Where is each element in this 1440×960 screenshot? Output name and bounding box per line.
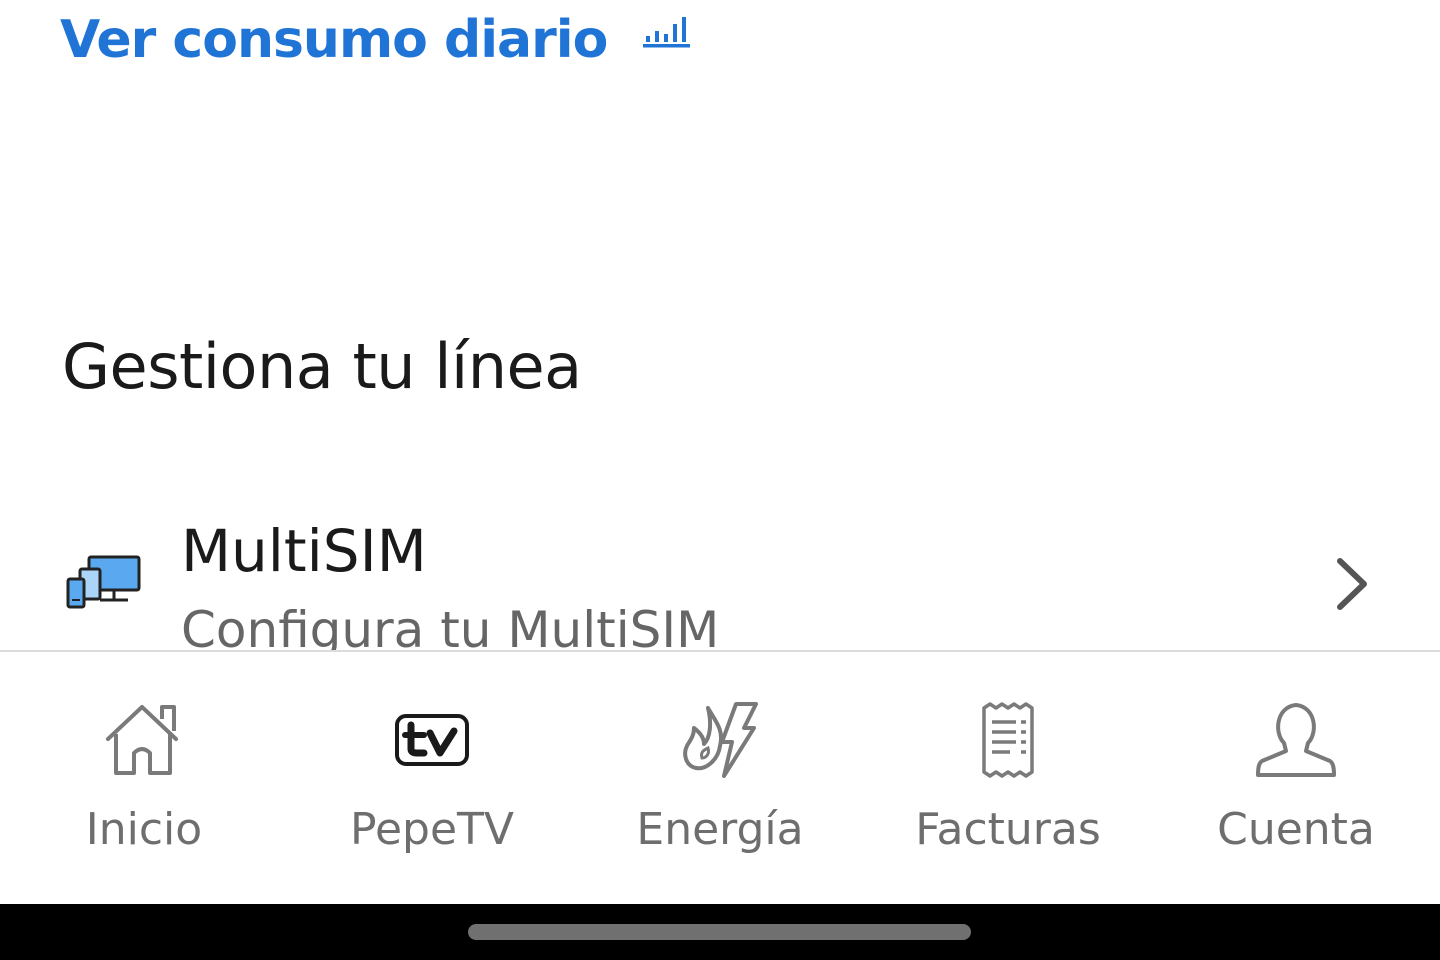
- multisim-row[interactable]: MultiSIM Configura tu MultiSIM: [0, 505, 1440, 650]
- nav-item-inicio[interactable]: Inicio: [0, 652, 288, 904]
- multi-device-icon: [66, 555, 144, 618]
- nav-label-cuenta: Cuenta: [1217, 804, 1375, 855]
- multisim-subtitle: Configura tu MultiSIM: [181, 601, 720, 650]
- nav-label-pepetv: PepeTV: [349, 804, 514, 855]
- system-navigation-bar: [0, 904, 1440, 960]
- nav-label-facturas: Facturas: [915, 804, 1101, 855]
- nav-item-pepetv[interactable]: PepeTV: [288, 652, 576, 904]
- content-viewport: MultiSIM Configura tu MultiSIM: [0, 0, 1440, 650]
- user-icon: [1152, 698, 1440, 782]
- energy-icon: [576, 698, 864, 782]
- bottom-navigation: Inicio PepeTV Energía Facturas Cuenta: [0, 650, 1440, 904]
- nav-item-energia[interactable]: Energía: [576, 652, 864, 904]
- invoice-icon: [864, 698, 1152, 782]
- tv-icon: [288, 698, 576, 782]
- nav-item-cuenta[interactable]: Cuenta: [1152, 652, 1440, 904]
- nav-label-energia: Energía: [636, 804, 804, 855]
- home-icon: [0, 698, 288, 782]
- nav-item-facturas[interactable]: Facturas: [864, 652, 1152, 904]
- chevron-right-icon: [1332, 557, 1372, 616]
- multisim-title: MultiSIM: [181, 517, 427, 585]
- nav-label-inicio: Inicio: [85, 804, 203, 855]
- home-gesture-handle[interactable]: [468, 924, 971, 940]
